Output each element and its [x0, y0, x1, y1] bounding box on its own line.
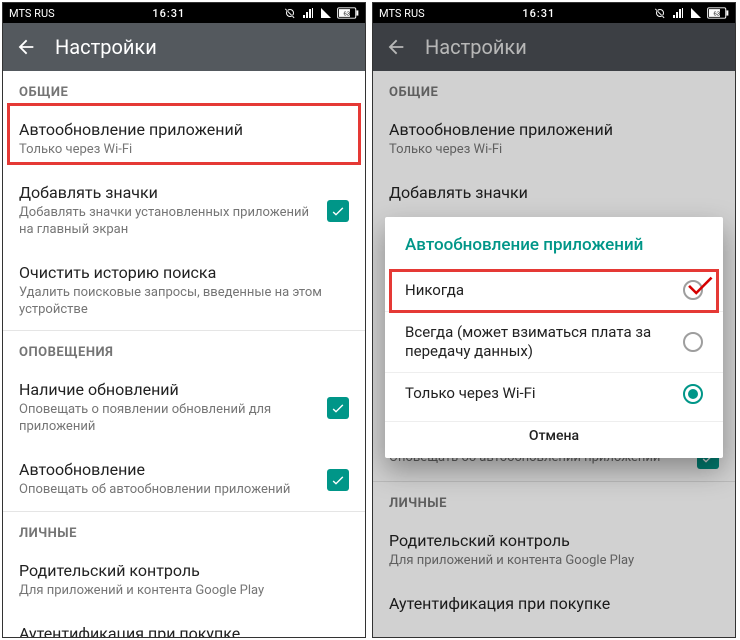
check-icon [330, 472, 346, 488]
row-auto-update-notif[interactable]: Автообновление Оповещать об автообновлен… [3, 448, 365, 511]
row-subtitle: Удалить поисковые запросы, введенные на … [19, 285, 341, 319]
status-bar: MTS RUS 16:31 63 [373, 3, 735, 23]
opt-wifi[interactable]: Только через Wi-Fi [385, 372, 723, 415]
row-subtitle: Оповещать об автообновлении приложений [19, 482, 319, 499]
row-title: Аутентификация при покупке [19, 624, 341, 638]
row-subtitle: Для приложений и контента Google Play [19, 583, 341, 600]
checkbox-add-icons[interactable] [327, 200, 349, 222]
dialog-auto-update: Автообновление приложений Никогда Всегда… [385, 217, 723, 458]
row-title: Родительский контроль [19, 561, 341, 581]
row-clear-history[interactable]: Очистить историю поиска Удалить поисковы… [3, 251, 365, 331]
clock-label: 16:31 [425, 7, 653, 20]
svg-text:63: 63 [713, 12, 719, 18]
section-personal: ЛИЧНЫЕ [3, 511, 365, 549]
row-title: Очистить историю поиска [19, 263, 341, 283]
check-icon [330, 400, 346, 416]
row-auth[interactable]: Аутентификация при покупке [3, 612, 365, 638]
row-title: Автообновление приложений [19, 120, 341, 140]
radio-wifi[interactable] [683, 384, 703, 404]
page-title: Настройки [55, 35, 157, 59]
alarm-off-icon [653, 7, 667, 19]
carrier-label: MTS RUS [9, 7, 55, 20]
status-bar: MTS RUS 16:31 63 [3, 3, 365, 23]
carrier-label: MTS RUS [379, 7, 425, 20]
phone-left: MTS RUS 16:31 63 Настройки ОБЩИЕ Автообн… [2, 2, 366, 638]
cancel-label: Отмена [529, 428, 579, 444]
row-subtitle: Только через Wi-Fi [19, 142, 341, 159]
row-parental[interactable]: Родительский контроль Для приложений и к… [3, 549, 365, 612]
status-icons: 63 [653, 7, 729, 19]
row-title: Автообновление [19, 460, 319, 480]
opt-never[interactable]: Никогда [385, 269, 723, 311]
app-bar: Настройки [3, 23, 365, 71]
section-notifications: ОПОВЕЩЕНИЯ [3, 330, 365, 368]
opt-label: Всегда (может взиматься плата за передач… [405, 323, 671, 361]
back-button[interactable] [15, 36, 37, 58]
signal-icon [301, 7, 315, 19]
signal-icon [671, 7, 685, 19]
phone-right: MTS RUS 16:31 63 Настройки ОБЩИЕ Автообн… [372, 2, 736, 638]
checkbox-auto-update-notif[interactable] [327, 469, 349, 491]
radio-always[interactable] [683, 332, 703, 352]
clock-label: 16:31 [55, 7, 283, 20]
signal-icon-2 [689, 7, 703, 19]
arrow-left-icon [15, 36, 37, 58]
status-icons: 63 [283, 7, 359, 19]
row-subtitle: Оповещать о появлении обновлений для при… [19, 402, 319, 436]
battery-icon: 63 [337, 7, 359, 19]
checkbox-updates-available[interactable] [327, 397, 349, 419]
dialog-cancel[interactable]: Отмена [385, 421, 723, 458]
row-add-icons[interactable]: Добавлять значки Добавлять значки устано… [3, 171, 365, 251]
alarm-off-icon [283, 7, 297, 19]
radio-never[interactable] [683, 280, 703, 300]
row-title: Наличие обновлений [19, 380, 319, 400]
opt-label: Только через Wi-Fi [405, 384, 671, 403]
opt-always[interactable]: Всегда (может взиматься плата за передач… [385, 311, 723, 372]
opt-label: Никогда [405, 281, 671, 300]
signal-icon-2 [319, 7, 333, 19]
row-subtitle: Добавлять значки установленных приложени… [19, 205, 319, 239]
row-title: Добавлять значки [19, 183, 319, 203]
check-icon [330, 203, 346, 219]
settings-list[interactable]: ОБЩИЕ Автообновление приложений Только ч… [3, 71, 365, 638]
section-general: ОБЩИЕ [3, 71, 365, 108]
row-auto-update[interactable]: Автообновление приложений Только через W… [3, 108, 365, 171]
battery-icon: 63 [707, 7, 729, 19]
svg-text:63: 63 [343, 12, 349, 18]
dialog-title: Автообновление приложений [385, 217, 723, 269]
row-updates-available[interactable]: Наличие обновлений Оповещать о появлении… [3, 368, 365, 448]
